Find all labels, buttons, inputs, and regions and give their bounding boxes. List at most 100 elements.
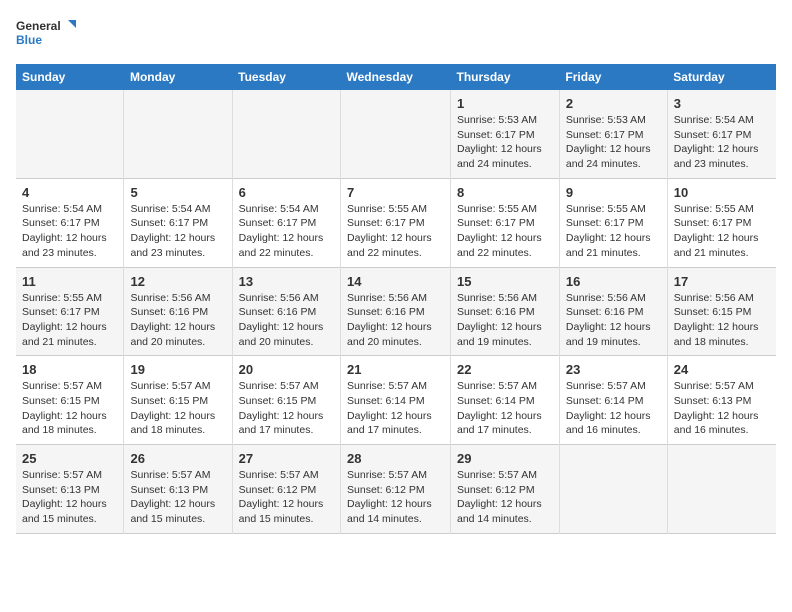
day-info: Sunrise: 5:55 AM Sunset: 6:17 PM Dayligh… bbox=[457, 202, 553, 261]
day-number: 27 bbox=[239, 451, 334, 466]
day-cell: 17Sunrise: 5:56 AM Sunset: 6:15 PM Dayli… bbox=[667, 267, 776, 356]
day-info: Sunrise: 5:57 AM Sunset: 6:14 PM Dayligh… bbox=[347, 379, 444, 438]
day-number: 29 bbox=[457, 451, 553, 466]
day-cell: 6 Sunrise: 5:54 AM Sunset: 6:17 PM Daylig… bbox=[232, 178, 340, 267]
day-cell: 4 Sunrise: 5:54 AM Sunset: 6:17 PM Daylig… bbox=[16, 178, 124, 267]
day-cell: 25Sunrise: 5:57 AM Sunset: 6:13 PM Dayli… bbox=[16, 445, 124, 534]
day-info: Sunrise: 5:54 AM Sunset: 6:17 PM Dayligh… bbox=[239, 202, 334, 261]
logo: General Blue bbox=[16, 16, 76, 52]
col-header-wednesday: Wednesday bbox=[341, 64, 451, 90]
day-info: Sunrise: 5:57 AM Sunset: 6:13 PM Dayligh… bbox=[130, 468, 225, 527]
day-info: Sunrise: 5:55 AM Sunset: 6:17 PM Dayligh… bbox=[674, 202, 770, 261]
day-cell bbox=[559, 445, 667, 534]
day-cell: 13 Sunrise: 5:56 AM Sunset: 6:16 PM Dayli… bbox=[232, 267, 340, 356]
day-cell bbox=[667, 445, 776, 534]
header-row: SundayMondayTuesdayWednesdayThursdayFrid… bbox=[16, 64, 776, 90]
day-info: Sunrise: 5:56 AM Sunset: 6:16 PM Dayligh… bbox=[239, 291, 334, 350]
col-header-thursday: Thursday bbox=[451, 64, 560, 90]
day-cell: 3 Sunrise: 5:54 AM Sunset: 6:17 PM Daylig… bbox=[667, 90, 776, 178]
day-info: Sunrise: 5:56 AM Sunset: 6:15 PM Dayligh… bbox=[674, 291, 770, 350]
day-info: Sunrise: 5:57 AM Sunset: 6:12 PM Dayligh… bbox=[457, 468, 553, 527]
day-info: Sunrise: 5:53 AM Sunset: 6:17 PM Dayligh… bbox=[457, 113, 553, 172]
day-number: 5 bbox=[130, 185, 225, 200]
week-row-1: 4 Sunrise: 5:54 AM Sunset: 6:17 PM Daylig… bbox=[16, 178, 776, 267]
day-number: 13 bbox=[239, 274, 334, 289]
day-number: 28 bbox=[347, 451, 444, 466]
day-cell: 23 Sunrise: 5:57 AM Sunset: 6:14 PM Dayli… bbox=[559, 356, 667, 445]
day-info: Sunrise: 5:57 AM Sunset: 6:15 PM Dayligh… bbox=[130, 379, 225, 438]
day-info: Sunrise: 5:57 AM Sunset: 6:15 PM Dayligh… bbox=[22, 379, 117, 438]
logo-svg: General Blue bbox=[16, 16, 76, 52]
day-info: Sunrise: 5:56 AM Sunset: 6:16 PM Dayligh… bbox=[130, 291, 225, 350]
day-cell bbox=[232, 90, 340, 178]
day-info: Sunrise: 5:56 AM Sunset: 6:16 PM Dayligh… bbox=[566, 291, 661, 350]
day-number: 6 bbox=[239, 185, 334, 200]
calendar-table: SundayMondayTuesdayWednesdayThursdayFrid… bbox=[16, 64, 776, 534]
day-info: Sunrise: 5:57 AM Sunset: 6:15 PM Dayligh… bbox=[239, 379, 334, 438]
day-cell: 21 Sunrise: 5:57 AM Sunset: 6:14 PM Dayli… bbox=[341, 356, 451, 445]
day-cell: 27 Sunrise: 5:57 AM Sunset: 6:12 PM Dayli… bbox=[232, 445, 340, 534]
week-row-0: 1 Sunrise: 5:53 AM Sunset: 6:17 PM Daylig… bbox=[16, 90, 776, 178]
day-cell: 18 Sunrise: 5:57 AM Sunset: 6:15 PM Dayli… bbox=[16, 356, 124, 445]
svg-text:General: General bbox=[16, 19, 61, 33]
day-cell: 5Sunrise: 5:54 AM Sunset: 6:17 PM Daylig… bbox=[124, 178, 232, 267]
day-info: Sunrise: 5:53 AM Sunset: 6:17 PM Dayligh… bbox=[566, 113, 661, 172]
day-cell: 10 Sunrise: 5:55 AM Sunset: 6:17 PM Dayli… bbox=[667, 178, 776, 267]
col-header-monday: Monday bbox=[124, 64, 232, 90]
day-info: Sunrise: 5:57 AM Sunset: 6:14 PM Dayligh… bbox=[457, 379, 553, 438]
day-number: 24 bbox=[674, 362, 770, 377]
day-number: 2 bbox=[566, 96, 661, 111]
week-row-2: 11Sunrise: 5:55 AM Sunset: 6:17 PM Dayli… bbox=[16, 267, 776, 356]
day-number: 21 bbox=[347, 362, 444, 377]
day-number: 19 bbox=[130, 362, 225, 377]
day-number: 7 bbox=[347, 185, 444, 200]
day-number: 16 bbox=[566, 274, 661, 289]
day-number: 10 bbox=[674, 185, 770, 200]
day-number: 8 bbox=[457, 185, 553, 200]
day-number: 3 bbox=[674, 96, 770, 111]
day-cell: 19 Sunrise: 5:57 AM Sunset: 6:15 PM Dayli… bbox=[124, 356, 232, 445]
day-info: Sunrise: 5:57 AM Sunset: 6:12 PM Dayligh… bbox=[239, 468, 334, 527]
day-number: 1 bbox=[457, 96, 553, 111]
day-number: 14 bbox=[347, 274, 444, 289]
week-row-4: 25 Sunrise: 5:57 AM Sunset: 6:13 PM Dayli… bbox=[16, 445, 776, 534]
day-cell: 2 Sunrise: 5:53 AM Sunset: 6:17 PM Daylig… bbox=[559, 90, 667, 178]
day-cell: 12 Sunrise: 5:56 AM Sunset: 6:16 PM Dayli… bbox=[124, 267, 232, 356]
week-row-3: 18 Sunrise: 5:57 AM Sunset: 6:15 PM Dayli… bbox=[16, 356, 776, 445]
day-info: Sunrise: 5:56 AM Sunset: 6:16 PM Dayligh… bbox=[457, 291, 553, 350]
day-number: 15 bbox=[457, 274, 553, 289]
day-cell: 8 Sunrise: 5:55 AM Sunset: 6:17 PM Daylig… bbox=[451, 178, 560, 267]
day-number: 4 bbox=[22, 185, 117, 200]
day-cell: 28Sunrise: 5:57 AM Sunset: 6:12 PM Dayli… bbox=[341, 445, 451, 534]
day-number: 18 bbox=[22, 362, 117, 377]
day-number: 23 bbox=[566, 362, 661, 377]
day-info: Sunrise: 5:54 AM Sunset: 6:17 PM Dayligh… bbox=[674, 113, 770, 172]
day-cell: 7 Sunrise: 5:55 AM Sunset: 6:17 PM Daylig… bbox=[341, 178, 451, 267]
day-cell: 14 Sunrise: 5:56 AM Sunset: 6:16 PM Dayli… bbox=[341, 267, 451, 356]
day-info: Sunrise: 5:55 AM Sunset: 6:17 PM Dayligh… bbox=[566, 202, 661, 261]
day-cell: 1 Sunrise: 5:53 AM Sunset: 6:17 PM Daylig… bbox=[451, 90, 560, 178]
day-cell: 29 Sunrise: 5:57 AM Sunset: 6:12 PM Dayli… bbox=[451, 445, 560, 534]
day-cell: 11Sunrise: 5:55 AM Sunset: 6:17 PM Dayli… bbox=[16, 267, 124, 356]
page-header: General Blue bbox=[16, 16, 776, 52]
svg-text:Blue: Blue bbox=[16, 33, 42, 47]
day-info: Sunrise: 5:56 AM Sunset: 6:16 PM Dayligh… bbox=[347, 291, 444, 350]
day-cell: 26Sunrise: 5:57 AM Sunset: 6:13 PM Dayli… bbox=[124, 445, 232, 534]
day-cell bbox=[124, 90, 232, 178]
day-cell: 16 Sunrise: 5:56 AM Sunset: 6:16 PM Dayli… bbox=[559, 267, 667, 356]
col-header-saturday: Saturday bbox=[667, 64, 776, 90]
day-info: Sunrise: 5:57 AM Sunset: 6:13 PM Dayligh… bbox=[674, 379, 770, 438]
col-header-sunday: Sunday bbox=[16, 64, 124, 90]
day-info: Sunrise: 5:54 AM Sunset: 6:17 PM Dayligh… bbox=[22, 202, 117, 261]
day-number: 12 bbox=[130, 274, 225, 289]
day-info: Sunrise: 5:55 AM Sunset: 6:17 PM Dayligh… bbox=[347, 202, 444, 261]
day-cell: 24 Sunrise: 5:57 AM Sunset: 6:13 PM Dayli… bbox=[667, 356, 776, 445]
day-info: Sunrise: 5:57 AM Sunset: 6:14 PM Dayligh… bbox=[566, 379, 661, 438]
day-cell: 22Sunrise: 5:57 AM Sunset: 6:14 PM Dayli… bbox=[451, 356, 560, 445]
day-cell bbox=[16, 90, 124, 178]
day-number: 20 bbox=[239, 362, 334, 377]
day-number: 9 bbox=[566, 185, 661, 200]
day-cell: 20 Sunrise: 5:57 AM Sunset: 6:15 PM Dayli… bbox=[232, 356, 340, 445]
day-cell: 9 Sunrise: 5:55 AM Sunset: 6:17 PM Daylig… bbox=[559, 178, 667, 267]
day-number: 25 bbox=[22, 451, 117, 466]
